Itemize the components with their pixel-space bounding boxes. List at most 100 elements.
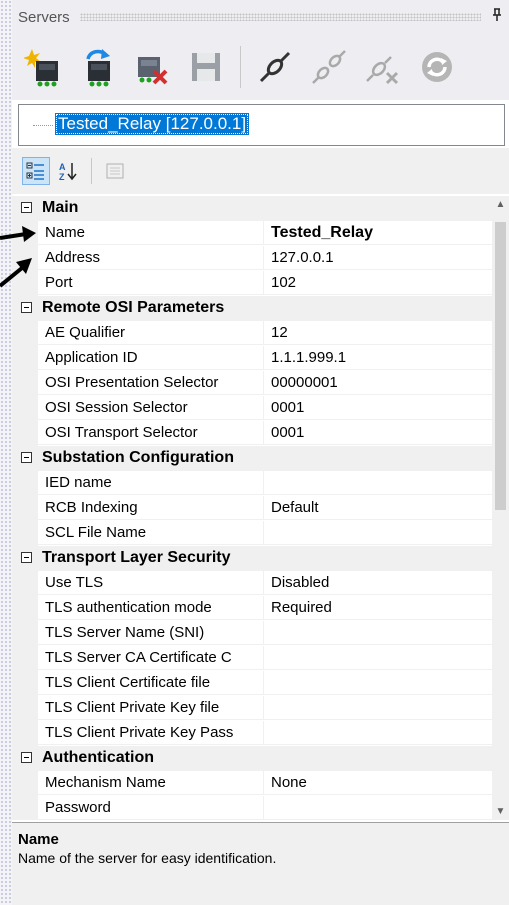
property-row[interactable]: OSI Transport Selector 0001 bbox=[12, 421, 492, 446]
property-value[interactable]: 0001 bbox=[264, 421, 492, 445]
property-name[interactable]: TLS authentication mode bbox=[38, 596, 264, 620]
titlebar-grip[interactable] bbox=[79, 13, 481, 21]
property-value[interactable] bbox=[264, 796, 492, 820]
category-row[interactable]: Remote OSI Parameters bbox=[12, 296, 492, 321]
property-name[interactable]: Mechanism Name bbox=[38, 771, 264, 795]
row-margin bbox=[12, 246, 38, 271]
category-row[interactable]: Main bbox=[12, 196, 492, 221]
servers-panel: Servers Tested_Relay [127.0.0.1] A Z Mai… bbox=[12, 0, 509, 905]
property-value[interactable]: 127.0.0.1 bbox=[264, 246, 492, 270]
category-label: Remote OSI Parameters bbox=[42, 299, 225, 316]
property-row[interactable]: RCB Indexing Default bbox=[12, 496, 492, 521]
property-value[interactable]: None bbox=[264, 771, 492, 795]
save-button[interactable] bbox=[184, 45, 228, 89]
property-name[interactable]: OSI Transport Selector bbox=[38, 421, 264, 445]
property-value[interactable]: 1.1.1.999.1 bbox=[264, 346, 492, 370]
property-row[interactable]: TLS Client Certificate file bbox=[12, 671, 492, 696]
property-name[interactable]: SCL File Name bbox=[38, 521, 264, 545]
property-value[interactable] bbox=[264, 521, 492, 545]
property-value[interactable]: 102 bbox=[264, 271, 492, 295]
alphabetical-button[interactable]: A Z bbox=[54, 157, 82, 185]
property-row[interactable]: Password bbox=[12, 796, 492, 820]
connect-all-button[interactable] bbox=[307, 45, 351, 89]
property-name[interactable]: AE Qualifier bbox=[38, 321, 264, 345]
property-row[interactable]: OSI Presentation Selector 00000001 bbox=[12, 371, 492, 396]
row-margin bbox=[12, 371, 38, 396]
import-server-button[interactable] bbox=[76, 45, 120, 89]
collapse-icon[interactable] bbox=[21, 452, 32, 463]
left-dock-strip bbox=[0, 0, 12, 905]
property-name[interactable]: TLS Server Name (SNI) bbox=[38, 621, 264, 645]
scrollbar-thumb[interactable] bbox=[495, 222, 506, 510]
property-value[interactable]: 0001 bbox=[264, 396, 492, 420]
property-name[interactable]: Name bbox=[38, 221, 264, 245]
scroll-down-icon[interactable]: ▼ bbox=[492, 803, 509, 820]
property-value[interactable] bbox=[264, 671, 492, 695]
property-row[interactable]: TLS Client Private Key file bbox=[12, 696, 492, 721]
category-row[interactable]: Transport Layer Security bbox=[12, 546, 492, 571]
property-row[interactable]: TLS authentication mode Required bbox=[12, 596, 492, 621]
property-row[interactable]: Address 127.0.0.1 bbox=[12, 246, 492, 271]
pin-icon[interactable] bbox=[491, 7, 505, 27]
property-name[interactable]: OSI Session Selector bbox=[38, 396, 264, 420]
property-row[interactable]: Use TLS Disabled bbox=[12, 571, 492, 596]
property-value[interactable]: Required bbox=[264, 596, 492, 620]
property-row[interactable]: TLS Server CA Certificate C bbox=[12, 646, 492, 671]
property-name[interactable]: TLS Server CA Certificate C bbox=[38, 646, 264, 670]
delete-server-button[interactable] bbox=[130, 45, 174, 89]
row-margin bbox=[12, 621, 38, 646]
property-value[interactable]: 12 bbox=[264, 321, 492, 345]
property-row[interactable]: OSI Session Selector 0001 bbox=[12, 396, 492, 421]
property-name[interactable]: Port bbox=[38, 271, 264, 295]
property-name[interactable]: TLS Client Private Key Pass bbox=[38, 721, 264, 745]
row-margin bbox=[12, 646, 38, 671]
property-row[interactable]: SCL File Name bbox=[12, 521, 492, 546]
property-name[interactable]: OSI Presentation Selector bbox=[38, 371, 264, 395]
property-row[interactable]: IED name bbox=[12, 471, 492, 496]
connect-button[interactable] bbox=[253, 45, 297, 89]
property-pages-button[interactable] bbox=[101, 157, 129, 185]
refresh-icon bbox=[422, 52, 452, 82]
property-row[interactable]: Port 102 bbox=[12, 271, 492, 296]
refresh-button[interactable] bbox=[415, 45, 459, 89]
property-value[interactable] bbox=[264, 721, 492, 745]
property-value[interactable]: Disabled bbox=[264, 571, 492, 595]
property-value[interactable] bbox=[264, 696, 492, 720]
tree-node-server[interactable]: Tested_Relay [127.0.0.1] bbox=[55, 113, 250, 135]
collapse-icon[interactable] bbox=[21, 752, 32, 763]
property-row[interactable]: AE Qualifier 12 bbox=[12, 321, 492, 346]
property-name[interactable]: TLS Client Private Key file bbox=[38, 696, 264, 720]
property-name[interactable]: Address bbox=[38, 246, 264, 270]
property-row[interactable]: TLS Server Name (SNI) bbox=[12, 621, 492, 646]
category-row[interactable]: Substation Configuration bbox=[12, 446, 492, 471]
property-row[interactable]: Application ID 1.1.1.999.1 bbox=[12, 346, 492, 371]
property-value[interactable] bbox=[264, 646, 492, 670]
delete-server-icon bbox=[138, 57, 168, 85]
collapse-icon[interactable] bbox=[21, 202, 32, 213]
property-row[interactable]: TLS Client Private Key Pass bbox=[12, 721, 492, 746]
property-value[interactable] bbox=[264, 621, 492, 645]
property-row[interactable]: Name Tested_Relay bbox=[12, 221, 492, 246]
property-name[interactable]: RCB Indexing bbox=[38, 496, 264, 520]
vertical-scrollbar[interactable]: ▲ ▼ bbox=[492, 196, 509, 820]
property-name[interactable]: TLS Client Certificate file bbox=[38, 671, 264, 695]
collapse-icon[interactable] bbox=[21, 552, 32, 563]
property-value[interactable]: Tested_Relay bbox=[264, 221, 492, 245]
sort-alphabetical-icon: A Z bbox=[59, 162, 77, 181]
scroll-up-icon[interactable]: ▲ bbox=[492, 196, 509, 213]
disconnect-button[interactable] bbox=[361, 45, 405, 89]
collapse-icon[interactable] bbox=[21, 302, 32, 313]
new-server-button[interactable] bbox=[22, 45, 66, 89]
property-name[interactable]: IED name bbox=[38, 471, 264, 495]
row-margin bbox=[12, 321, 38, 346]
category-row[interactable]: Authentication bbox=[12, 746, 492, 771]
property-value[interactable]: 00000001 bbox=[264, 371, 492, 395]
property-row[interactable]: Mechanism Name None bbox=[12, 771, 492, 796]
categorized-button[interactable] bbox=[22, 157, 50, 185]
property-name[interactable]: Use TLS bbox=[38, 571, 264, 595]
property-value[interactable]: Default bbox=[264, 496, 492, 520]
property-value[interactable] bbox=[264, 471, 492, 495]
row-margin bbox=[12, 721, 38, 746]
property-name[interactable]: Password bbox=[38, 796, 264, 820]
property-name[interactable]: Application ID bbox=[38, 346, 264, 370]
